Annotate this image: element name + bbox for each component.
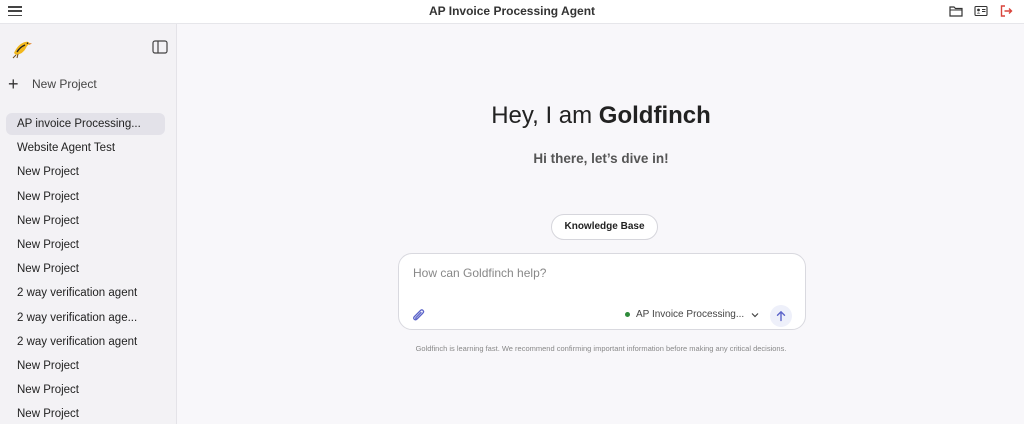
logout-icon[interactable] (998, 3, 1014, 19)
project-list: AP invoice Processing... Website Agent T… (6, 113, 165, 424)
knowledge-base-button[interactable]: Knowledge Base (551, 214, 658, 240)
goldfinch-logo (10, 36, 34, 60)
sidebar-item-project[interactable]: New Project (6, 234, 165, 256)
sidebar-item-project[interactable]: Website Agent Test (6, 137, 165, 159)
sidebar-item-project[interactable]: New Project (6, 403, 165, 424)
assistant-name: Goldfinch (598, 102, 711, 129)
top-bar: AP Invoice Processing Agent (0, 0, 1024, 24)
status-dot (625, 312, 630, 317)
sidebar-toggle-icon[interactable] (152, 40, 168, 54)
greeting-subtitle: Hi there, let’s dive in! (533, 151, 669, 166)
greeting-heading: Hey, I am Goldfinch (178, 102, 1024, 130)
sidebar-item-project[interactable]: New Project (6, 379, 165, 401)
sidebar-item-project[interactable]: New Project (6, 210, 165, 232)
page-title: AP Invoice Processing Agent (428, 4, 596, 18)
top-icons (948, 3, 1014, 19)
chat-composer: AP Invoice Processing... (398, 253, 806, 330)
sidebar-item-project[interactable]: 2 way verification agent (6, 282, 165, 304)
send-button[interactable] (770, 305, 792, 327)
greeting-prefix: Hey, I am (491, 102, 599, 129)
sidebar-item-project[interactable]: New Project (6, 258, 165, 280)
sidebar-item-project[interactable]: New Project (6, 355, 165, 377)
plus-icon: + (8, 74, 19, 94)
folder-icon[interactable] (948, 3, 964, 19)
paperclip-icon[interactable] (411, 308, 427, 324)
arrow-up-icon (776, 310, 786, 322)
sidebar-item-project[interactable]: New Project (6, 186, 165, 208)
sidebar-item-project[interactable]: AP invoice Processing... (6, 113, 165, 135)
id-card-icon[interactable] (973, 3, 989, 19)
agent-selector[interactable]: AP Invoice Processing... (625, 309, 760, 320)
new-project-button[interactable]: + New Project (8, 74, 97, 94)
disclaimer-text: Goldfinch is learning fast. We recommend… (415, 344, 787, 353)
main-panel: Hey, I am Goldfinch Hi there, let’s dive… (178, 24, 1024, 424)
sidebar-item-project[interactable]: New Project (6, 161, 165, 183)
chevron-down-icon (751, 312, 759, 317)
sidebar: + New Project AP invoice Processing... W… (0, 24, 177, 424)
chat-input[interactable] (413, 266, 783, 280)
agent-selector-value: AP Invoice Processing... (636, 309, 745, 320)
sidebar-item-project[interactable]: 2 way verification age... (6, 307, 165, 329)
sidebar-item-project[interactable]: 2 way verification agent (6, 331, 165, 353)
new-project-label: New Project (32, 77, 97, 91)
